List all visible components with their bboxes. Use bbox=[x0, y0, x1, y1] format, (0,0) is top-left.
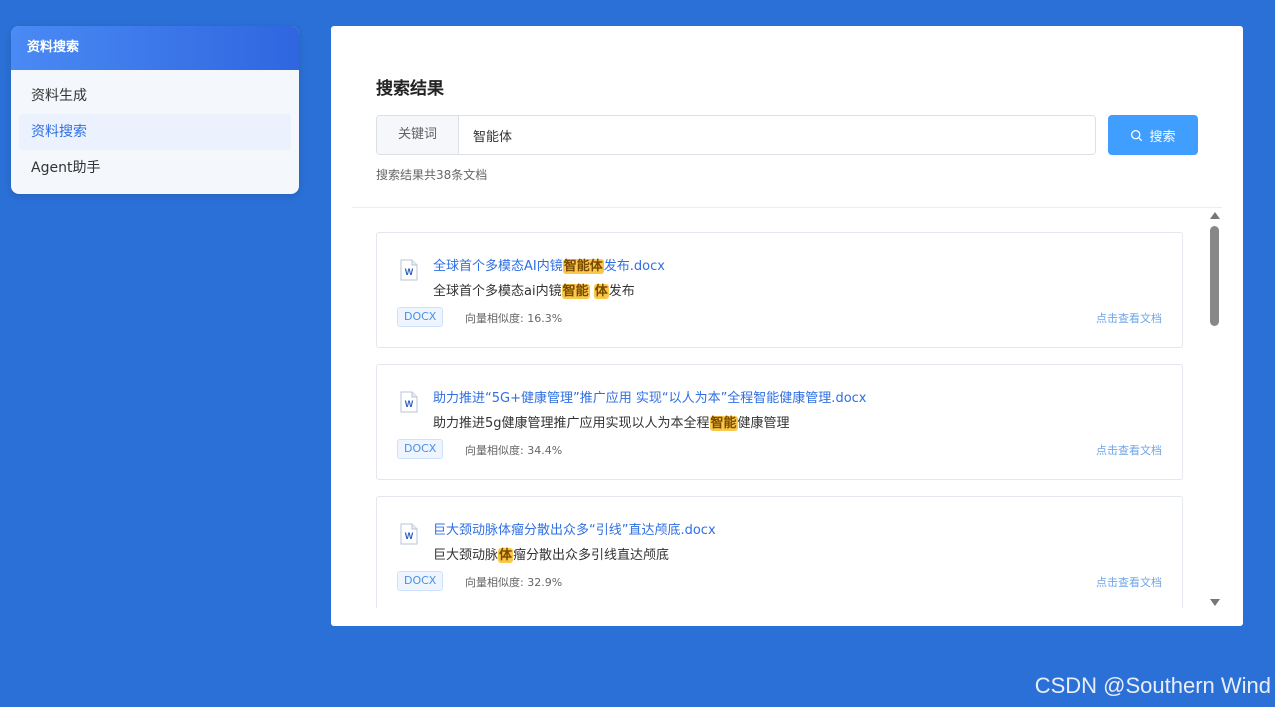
result-snippet: 巨大颈动脉体瘤分散出众多引线直达颅底 bbox=[433, 544, 669, 563]
sidebar-item-agent[interactable]: Agent助手 bbox=[19, 150, 291, 186]
text-segment: 发布 bbox=[608, 284, 635, 299]
search-prefix-label: 关键词 bbox=[377, 116, 459, 154]
search-button[interactable]: 搜索 bbox=[1108, 115, 1198, 155]
file-type-badge: DOCX bbox=[397, 307, 444, 327]
text-segment: 助力推进5g健康管理推广应用实现以人为本全程 bbox=[433, 416, 710, 431]
result-card: W 全球首个多模态AI内镜智能体发布.docx 全球首个多模态ai内镜智能 体发… bbox=[376, 232, 1183, 348]
result-title[interactable]: 助力推进“5G+健康管理”推广应用 实现“以人为本”全程智能健康管理.docx bbox=[433, 387, 867, 406]
keyword-highlight: 体 bbox=[498, 548, 514, 563]
similarity-score: 向量相似度: 34.4% bbox=[465, 444, 563, 457]
result-snippet: 全球首个多模态ai内镜智能 体发布 bbox=[433, 280, 635, 299]
search-box: 关键词 bbox=[376, 115, 1096, 155]
keyword-highlight: 体 bbox=[593, 284, 609, 299]
text-segment: 巨大颈动脉体瘤分散出众多“引线”直达颅底.docx bbox=[433, 523, 716, 538]
result-title[interactable]: 全球首个多模态AI内镜智能体发布.docx bbox=[433, 255, 665, 274]
watermark: CSDN @Southern Wind bbox=[1034, 673, 1271, 698]
word-doc-icon: W bbox=[400, 391, 418, 413]
word-doc-icon: W bbox=[400, 259, 418, 281]
results-viewport[interactable]: W 全球首个多模态AI内镜智能体发布.docx 全球首个多模态ai内镜智能 体发… bbox=[352, 208, 1222, 608]
scroll-down-arrow-icon[interactable] bbox=[1210, 599, 1220, 606]
result-card: W 巨大颈动脉体瘤分散出众多“引线”直达颅底.docx 巨大颈动脉体瘤分散出众多… bbox=[376, 496, 1183, 608]
search-input[interactable] bbox=[459, 116, 1095, 154]
word-doc-icon: W bbox=[400, 523, 418, 545]
file-type-badge: DOCX bbox=[397, 571, 444, 591]
search-icon bbox=[1131, 129, 1143, 141]
result-count: 搜索结果共38条文档 bbox=[376, 168, 488, 182]
sidebar-list: 资料生成 资料搜索 Agent助手 bbox=[11, 70, 299, 186]
text-segment: 瘤分散出众多引线直达颅底 bbox=[513, 548, 670, 563]
text-segment: 健康管理 bbox=[737, 416, 790, 431]
sidebar-header: 资料搜索 bbox=[11, 26, 299, 70]
svg-text:W: W bbox=[405, 399, 414, 409]
text-segment: 全球首个多模态ai内镜 bbox=[433, 284, 562, 299]
keyword-highlight: 智能 bbox=[561, 284, 590, 299]
view-document-link[interactable]: 点击查看文档 bbox=[1096, 442, 1162, 458]
search-button-label: 搜索 bbox=[1149, 129, 1176, 145]
page-title: 搜索结果 bbox=[376, 79, 444, 99]
results-list: W 全球首个多模态AI内镜智能体发布.docx 全球首个多模态ai内镜智能 体发… bbox=[376, 232, 1183, 608]
scroll-up-arrow-icon[interactable] bbox=[1210, 212, 1220, 219]
text-segment: 巨大颈动脉 bbox=[433, 548, 499, 563]
search-row: 关键词 搜索 bbox=[376, 115, 1198, 155]
results-scrollbar[interactable] bbox=[1208, 212, 1220, 606]
svg-text:W: W bbox=[405, 267, 414, 277]
sidebar-item-search[interactable]: 资料搜索 bbox=[19, 114, 291, 150]
text-segment: 发布.docx bbox=[603, 259, 665, 274]
sidebar: 资料搜索 资料生成 资料搜索 Agent助手 bbox=[11, 26, 299, 194]
sidebar-item-generate[interactable]: 资料生成 bbox=[19, 78, 291, 114]
result-snippet: 助力推进5g健康管理推广应用实现以人为本全程智能健康管理 bbox=[433, 412, 790, 431]
keyword-highlight: 智能 bbox=[709, 416, 738, 431]
view-document-link[interactable]: 点击查看文档 bbox=[1096, 310, 1162, 326]
scroll-thumb[interactable] bbox=[1210, 226, 1219, 326]
similarity-score: 向量相似度: 32.9% bbox=[465, 576, 563, 589]
text-segment: 助力推进“5G+健康管理”推广应用 实现“以人为本”全程智能健康管理.docx bbox=[433, 391, 867, 406]
result-card: W 助力推进“5G+健康管理”推广应用 实现“以人为本”全程智能健康管理.doc… bbox=[376, 364, 1183, 480]
view-document-link[interactable]: 点击查看文档 bbox=[1096, 574, 1162, 590]
main-panel: 搜索结果 关键词 搜索 搜索结果共38条文档 W 全球首个多模态AI内镜智能体发… bbox=[331, 26, 1243, 626]
similarity-score: 向量相似度: 16.3% bbox=[465, 312, 563, 325]
result-title[interactable]: 巨大颈动脉体瘤分散出众多“引线”直达颅底.docx bbox=[433, 519, 716, 538]
text-segment: 全球首个多模态AI内镜 bbox=[433, 259, 563, 274]
svg-text:W: W bbox=[405, 531, 414, 541]
file-type-badge: DOCX bbox=[397, 439, 444, 459]
keyword-highlight: 智能体 bbox=[562, 259, 604, 274]
